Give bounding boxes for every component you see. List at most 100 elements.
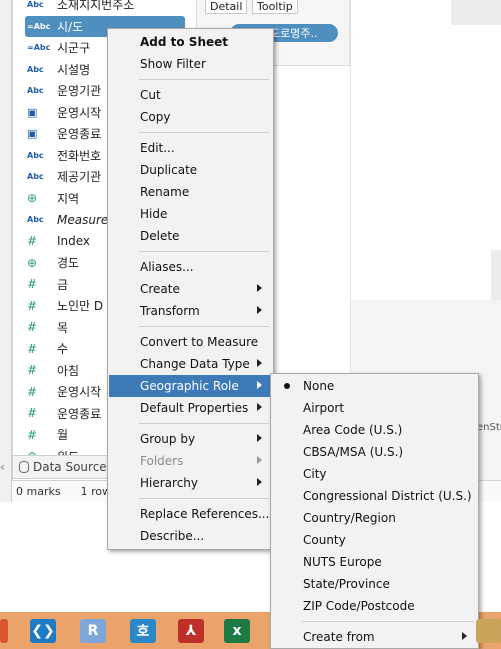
geo-role-area-code-u-s[interactable]: Area Code (U.S.) (272, 419, 477, 441)
field-type-icon: # (27, 320, 38, 334)
menu-item-geographic-role[interactable]: Geographic Role (109, 375, 272, 397)
data-source-label: Data Source (33, 460, 107, 474)
geo-role-country-region[interactable]: Country/Region (272, 507, 477, 529)
field-type-icon: Abc (27, 215, 44, 224)
field-name: 운영시작 (57, 105, 102, 120)
menu-item-label: Delete (140, 229, 180, 243)
field-type-icon: # (27, 234, 38, 248)
menu-item-label: Add to Sheet (140, 35, 229, 49)
menu-item-label: Replace References... (140, 507, 270, 521)
submenu-arrow-icon (257, 284, 262, 292)
menu-item-copy[interactable]: Copy (109, 106, 272, 128)
submenu-arrow-icon (257, 306, 262, 314)
geo-role-create-from[interactable]: Create from (272, 626, 477, 648)
menu-item-label: Convert to Measure (140, 335, 259, 349)
geo-role-county[interactable]: County (272, 529, 477, 551)
data-field-row[interactable]: Abc 소재지지번주소 (27, 0, 197, 15)
menu-item-label: Copy (140, 110, 171, 124)
field-name: 소재지지번주소 (57, 0, 135, 12)
submenu-arrow-icon (257, 403, 262, 411)
field-name: 수 (57, 342, 69, 356)
field-type-icon: =Abc (27, 43, 51, 52)
geo-role-none[interactable]: None (272, 375, 477, 397)
map-place-label: enStr (477, 422, 501, 433)
menu-separator (139, 326, 269, 327)
menu-item-edit[interactable]: Edit... (109, 137, 272, 159)
menu-item-label: Folders (140, 454, 184, 468)
geo-role-nuts-europe[interactable]: NUTS Europe (272, 551, 477, 573)
field-name: 운영종료 (57, 127, 102, 141)
detail-button[interactable]: Detail (205, 0, 248, 14)
scroll-left-icon[interactable]: ‹ (0, 460, 5, 474)
menu-item-show-filter[interactable]: Show Filter (109, 53, 272, 75)
menu-item-label: CBSA/MSA (U.S.) (303, 445, 404, 459)
geo-role-airport[interactable]: Airport (272, 397, 477, 419)
menu-item-hide[interactable]: Hide (109, 203, 272, 225)
menu-item-create[interactable]: Create (109, 278, 272, 300)
data-source-tab[interactable]: Data Source (12, 455, 112, 479)
field-name: 시/도 (57, 19, 84, 34)
menu-item-label: Rename (140, 185, 190, 199)
field-name: 시군구 (57, 41, 91, 55)
menu-item-label: Congressional District (U.S.) (303, 489, 472, 503)
menu-item-cut[interactable]: Cut (109, 84, 272, 106)
menu-item-rename[interactable]: Rename (109, 181, 272, 203)
field-context-menu: Add to Sheet Show Filter Cut Copy Edit... Dup… (107, 28, 274, 550)
field-type-icon: # (27, 341, 38, 356)
field-name: 월 (57, 428, 69, 442)
menu-item-label: Edit... (140, 141, 175, 155)
tooltip-button[interactable]: Tooltip (252, 0, 298, 14)
menu-item-change-data-type[interactable]: Change Data Type (109, 353, 272, 375)
menu-item-replace-references[interactable]: Replace References... (109, 503, 272, 525)
app-icon[interactable] (476, 619, 501, 643)
menu-item-label: Transform (140, 304, 200, 318)
field-name: 아침 (57, 363, 80, 378)
submenu-arrow-icon (257, 434, 262, 442)
r-icon[interactable]: R (80, 619, 106, 643)
menu-item-aliases[interactable]: Aliases... (109, 256, 272, 278)
geo-role-cbsa-msa-u-s[interactable]: CBSA/MSA (U.S.) (272, 441, 477, 463)
left-edge-strip (0, 0, 12, 502)
app-icon[interactable] (0, 619, 8, 643)
field-type-icon: ⊕ (27, 255, 38, 270)
menu-item-default-properties[interactable]: Default Properties (109, 397, 272, 419)
menu-item-label: City (303, 467, 327, 481)
menu-item-label: Country/Region (303, 511, 396, 525)
database-icon (19, 461, 29, 473)
menu-item-label: Geographic Role (140, 379, 239, 393)
field-type-icon: # (27, 363, 38, 377)
geo-role-state-province[interactable]: State/Province (272, 573, 477, 595)
menu-item-label: Show Filter (140, 57, 206, 71)
field-type-icon: # (27, 406, 38, 420)
vscode-icon[interactable]: ❮❯ (30, 619, 56, 643)
menu-item-add-to-sheet[interactable]: Add to Sheet (109, 31, 272, 53)
submenu-arrow-icon (462, 632, 467, 640)
menu-item-transform[interactable]: Transform (109, 300, 272, 322)
field-type-icon: =Abc (27, 21, 51, 31)
menu-item-describe[interactable]: Describe... (109, 525, 272, 547)
field-type-icon: # (27, 384, 38, 399)
menu-separator (139, 423, 269, 424)
menu-item-folders[interactable]: Folders (109, 450, 272, 472)
excel-icon[interactable]: x (224, 619, 250, 643)
field-name: 운영기관 (57, 84, 102, 98)
pdf-icon[interactable]: ⅄ (178, 619, 204, 643)
submenu-arrow-icon (257, 456, 262, 464)
menu-item-label: None (303, 379, 335, 393)
field-name: 운영시작 (57, 385, 102, 399)
menu-item-hierarchy[interactable]: Hierarchy (109, 472, 272, 494)
menu-item-delete[interactable]: Delete (109, 225, 272, 247)
field-type-icon: Abc (27, 172, 44, 181)
geo-role-congressional-district-u-s[interactable]: Congressional District (U.S.) (272, 485, 477, 507)
geo-role-city[interactable]: City (272, 463, 477, 485)
geo-role-zip-code-postcode[interactable]: ZIP Code/Postcode (272, 595, 477, 617)
menu-item-label: NUTS Europe (303, 555, 382, 569)
menu-item-duplicate[interactable]: Duplicate (109, 159, 272, 181)
field-name: 지역 (57, 191, 80, 206)
menu-item-group-by[interactable]: Group by (109, 428, 272, 450)
menu-separator (139, 79, 269, 80)
field-name: 금 (57, 277, 69, 292)
hangul-icon[interactable]: 호 (130, 619, 156, 643)
menu-item-label: Airport (303, 401, 345, 415)
menu-item-convert-to-measure[interactable]: Convert to Measure (109, 331, 272, 353)
